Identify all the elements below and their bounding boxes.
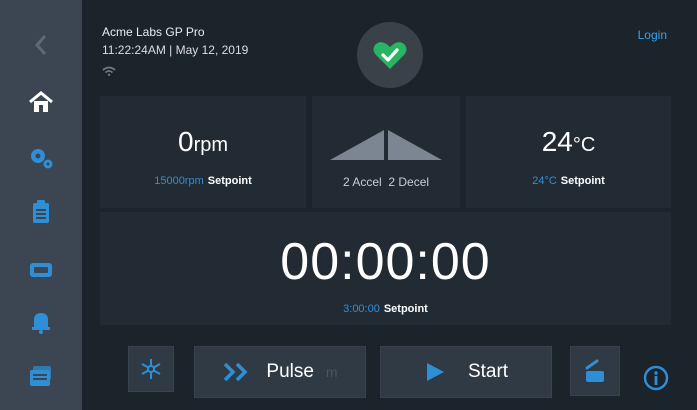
speed-setpoint-label: Setpoint — [207, 175, 252, 187]
temperature-readout: 24°C — [466, 126, 671, 158]
main-area: Acme Labs GP Pro 11:22:24AM | May 12, 20… — [82, 0, 697, 410]
pulse-hint: m — [325, 364, 338, 380]
accel-label: 2 Accel — [342, 175, 382, 189]
temperature-panel[interactable]: 24°C 24°C Setpoint — [466, 96, 671, 208]
home-icon — [29, 91, 53, 112]
timer-value: 00:00:00 — [280, 233, 491, 291]
back-button[interactable] — [0, 25, 82, 65]
temperature-value: 24 — [541, 126, 573, 157]
speed-panel[interactable]: 0rpm 15000rpm Setpoint — [100, 96, 306, 208]
decel-label: 2 Decel — [388, 175, 430, 189]
bell-icon — [32, 313, 50, 334]
speed-value: 0 — [177, 126, 194, 157]
timer-panel[interactable]: 00:00:00 3:00:00 Setpoint — [100, 212, 671, 325]
date-time: 11:22:24AM | May 12, 2019 — [102, 43, 249, 57]
play-icon — [426, 363, 444, 381]
display-icon — [30, 263, 52, 277]
info-icon — [643, 365, 669, 391]
settings-button[interactable] — [0, 138, 82, 178]
home-button[interactable] — [0, 82, 82, 122]
accel-decel-profile-icon — [330, 130, 442, 160]
lid-open-icon — [585, 359, 604, 382]
speed-setpoint-value: 15000rpm — [154, 175, 204, 187]
alarms-button[interactable] — [0, 302, 82, 342]
speed-setpoint: 15000rpm Setpoint — [100, 175, 306, 187]
snowflake-icon — [141, 359, 161, 379]
instrument-name: Acme Labs GP Pro — [102, 25, 205, 39]
timer-setpoint-label: Setpoint — [383, 303, 428, 315]
display-button[interactable] — [0, 250, 82, 290]
back-arrow-icon — [34, 35, 47, 55]
temperature-setpoint-value: 24°C — [532, 175, 557, 187]
temperature-unit: °C — [572, 134, 596, 156]
double-chevron-right-icon — [224, 362, 248, 382]
start-button[interactable]: Start — [380, 346, 552, 398]
programs-button[interactable] — [0, 356, 82, 396]
timer-setpoint-value: 3:00:00 — [343, 303, 380, 315]
settings-gears-icon — [31, 149, 53, 169]
accel-decel-panel[interactable]: 2 Accel 2 Decel — [312, 96, 460, 208]
speed-readout: 0rpm — [100, 126, 306, 158]
login-link[interactable]: Login — [638, 28, 667, 42]
start-label: Start — [467, 361, 509, 382]
status-badge — [357, 22, 423, 88]
temperature-setpoint-label: Setpoint — [560, 175, 605, 187]
info-button[interactable] — [642, 364, 670, 392]
programs-stack-icon — [30, 366, 51, 386]
temperature-setpoint: 24°C Setpoint — [466, 175, 671, 187]
speed-unit: rpm — [193, 134, 229, 156]
clipboard-icon — [33, 200, 49, 223]
accel-decel-values: 2 Accel 2 Decel — [312, 175, 460, 189]
heart-check-icon — [373, 42, 407, 69]
logs-button[interactable] — [0, 192, 82, 232]
pre-cool-button[interactable] — [128, 346, 174, 392]
wifi-icon — [102, 66, 116, 76]
pulse-button[interactable]: Pulse m — [194, 346, 366, 398]
pulse-label: Pulse — [266, 361, 314, 382]
lid-open-button[interactable] — [570, 346, 620, 396]
sidebar — [0, 0, 89, 410]
timer-setpoint: 3:00:00 Setpoint — [100, 303, 671, 315]
